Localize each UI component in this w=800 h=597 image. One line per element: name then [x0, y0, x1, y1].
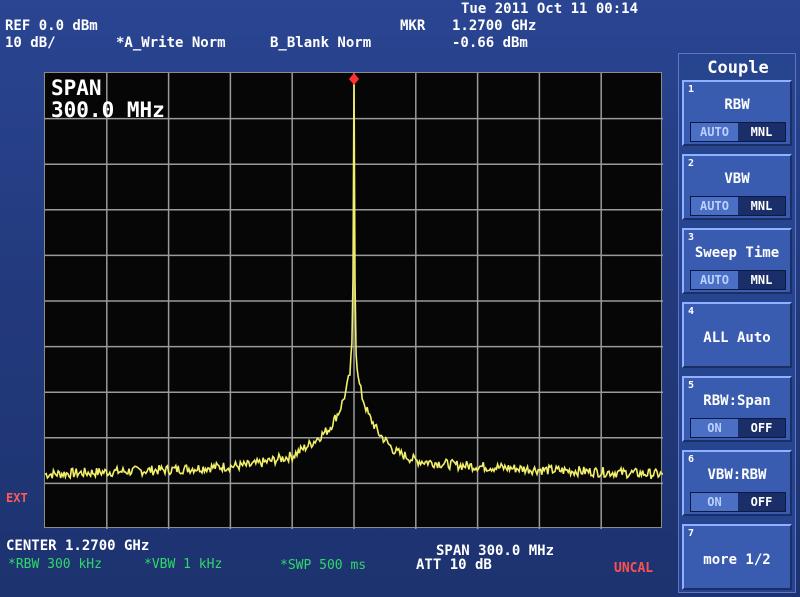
softkey-number: 4 — [688, 306, 695, 317]
rbw-auto-manual-toggle[interactable]: AUTO MNL — [690, 122, 786, 142]
span-overlay: SPAN 300.0 MHz — [51, 77, 165, 121]
rbw-span-on-off-toggle[interactable]: ON OFF — [690, 418, 786, 438]
marker-point — [349, 73, 359, 86]
softkey-all-auto[interactable]: 4 ALL Auto — [682, 302, 792, 368]
softkey-number: 7 — [688, 528, 695, 539]
option-auto[interactable]: AUTO — [691, 271, 738, 289]
spectrum-trace — [45, 75, 663, 481]
softkey-number: 5 — [688, 380, 695, 391]
softkey-number: 2 — [688, 158, 695, 169]
softkey-sweep-time[interactable]: 3 Sweep Time AUTO MNL — [682, 228, 792, 294]
softkey-number: 1 — [688, 84, 695, 95]
analyzer-screen: Tue 2011 Oct 11 00:14 REF 0.0 dBm 10 dB/… — [0, 0, 800, 597]
marker-frequency: 1.2700 GHz — [452, 18, 537, 34]
center-frequency: CENTER 1.2700 GHz — [6, 538, 150, 554]
softkey-label: Sweep Time — [694, 245, 780, 261]
softkey-vbw-rbw[interactable]: 6 VBW:RBW ON OFF — [682, 450, 792, 516]
softkey-label: RBW — [724, 97, 750, 113]
option-off[interactable]: OFF — [738, 419, 785, 437]
scale-per-div: 10 dB/ — [5, 35, 56, 51]
sweep-readout: *SWP 500 ms — [280, 558, 367, 573]
trace-a-status: *A_Write Norm — [116, 35, 226, 51]
sweep-time-auto-manual-toggle[interactable]: AUTO MNL — [690, 270, 786, 290]
menu-title: Couple — [707, 58, 769, 78]
option-manual[interactable]: MNL — [738, 271, 785, 289]
softkey-label: RBW:Span — [703, 393, 771, 409]
softkey-label: more 1/2 — [703, 552, 771, 568]
softkey-number: 6 — [688, 454, 695, 465]
marker-label: MKR — [400, 18, 426, 34]
rbw-readout: *RBW 300 kHz — [8, 557, 102, 572]
option-on[interactable]: ON — [691, 419, 738, 437]
ext-indicator: EXT — [6, 491, 28, 505]
ref-level: REF 0.0 dBm — [5, 18, 98, 34]
trace-b-status: B_Blank Norm — [270, 35, 372, 51]
option-auto[interactable]: AUTO — [691, 197, 738, 215]
uncal-indicator: UNCAL — [614, 561, 654, 576]
vbw-readout: *VBW 1 kHz — [144, 557, 223, 572]
marker-level: -0.66 dBm — [452, 35, 528, 51]
softkey-rbw-span[interactable]: 5 RBW:Span ON OFF — [682, 376, 792, 442]
softkey-rbw[interactable]: 1 RBW AUTO MNL — [682, 80, 792, 146]
softkey-vbw[interactable]: 2 VBW AUTO MNL — [682, 154, 792, 220]
spectrum-display: SPAN 300.0 MHz — [44, 72, 663, 529]
attenuation-readout: ATT 10 dB — [416, 557, 492, 573]
option-manual[interactable]: MNL — [738, 197, 785, 215]
vbw-rbw-on-off-toggle[interactable]: ON OFF — [690, 492, 786, 512]
option-auto[interactable]: AUTO — [691, 123, 738, 141]
softkey-number: 3 — [688, 232, 695, 243]
vbw-auto-manual-toggle[interactable]: AUTO MNL — [690, 196, 786, 216]
couple-menu: Couple 1 RBW AUTO MNL 2 VBW AUTO MNL 3 S… — [678, 53, 796, 593]
softkey-label: VBW:RBW — [707, 467, 767, 483]
option-on[interactable]: ON — [691, 493, 738, 511]
softkey-label: VBW — [724, 171, 750, 187]
option-off[interactable]: OFF — [738, 493, 785, 511]
option-manual[interactable]: MNL — [738, 123, 785, 141]
softkey-label: ALL Auto — [703, 330, 771, 346]
softkey-more[interactable]: 7 more 1/2 — [682, 524, 792, 590]
span-overlay-label: SPAN — [51, 76, 102, 100]
span-overlay-value: 300.0 MHz — [51, 98, 165, 122]
spectrum-trace-area — [45, 73, 663, 481]
datetime: Tue 2011 Oct 11 00:14 — [461, 1, 639, 17]
